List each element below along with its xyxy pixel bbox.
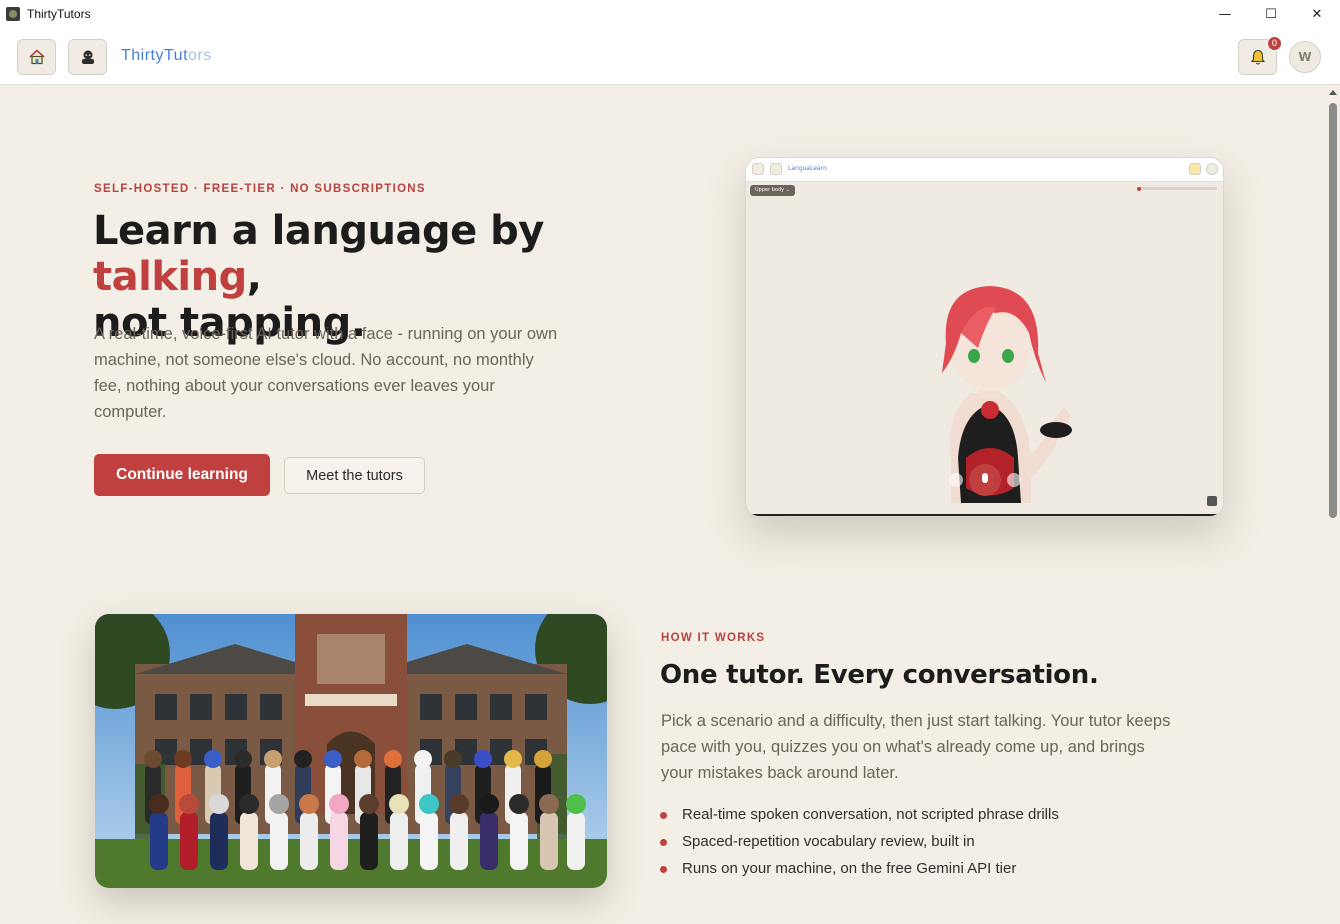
how-it-works-eyebrow: HOW IT WORKS	[661, 632, 766, 644]
hero-eyebrow: SELF-HOSTED · FREE-TIER · NO SUBSCRIPTIO…	[94, 183, 426, 195]
minimize-button[interactable]: —	[1202, 0, 1248, 28]
how-it-works-title: One tutor. Every conversation.	[660, 660, 1099, 690]
how-it-works-description: Pick a scenario and a difficulty, then j…	[661, 712, 1171, 782]
list-item: Spaced-repetition vocabulary review, bui…	[660, 828, 1059, 855]
preview-expand-icon	[1207, 496, 1217, 506]
hero-title-part1: Learn a language by	[93, 208, 544, 254]
window-titlebar: ThirtyTutors — ☐ ✕	[0, 0, 1340, 28]
home-icon	[28, 49, 45, 65]
window-controls: — ☐ ✕	[1202, 0, 1340, 28]
maximize-button[interactable]: ☐	[1248, 0, 1294, 28]
notifications-button[interactable]: 0	[1238, 36, 1282, 75]
scroll-up-arrow-icon[interactable]	[1329, 90, 1337, 95]
feature-list: Real-time spoken conversation, not scrip…	[660, 801, 1059, 882]
tutor-avatar-illustration	[942, 286, 1072, 503]
meet-tutors-button[interactable]: Meet the tutors	[284, 457, 425, 494]
list-item: Runs on your machine, on the free Gemini…	[660, 855, 1059, 882]
close-button[interactable]: ✕	[1294, 0, 1340, 28]
app-icon	[6, 7, 20, 21]
hero-description: A real-time, voice-first AI tutor with a…	[94, 325, 558, 421]
scroll-thumb[interactable]	[1329, 103, 1337, 518]
brand-text-faded: ors	[188, 47, 212, 64]
app-preview-image: LanguaLearn Upper body ⌄	[745, 157, 1224, 517]
feature-text: Real-time spoken conversation, not scrip…	[682, 806, 1059, 823]
academy-group-image	[95, 614, 607, 888]
page-scrollbar[interactable]	[1326, 86, 1340, 924]
brand-logo[interactable]: ThirtyTutors	[121, 47, 212, 65]
academy-illustration	[95, 614, 607, 888]
bullet-dot-icon	[660, 866, 667, 873]
hero-title-part2: ,	[246, 254, 262, 300]
bullet-dot-icon	[660, 839, 667, 846]
feature-text: Runs on your machine, on the free Gemini…	[682, 860, 1017, 877]
preview-bottom-border	[746, 514, 1223, 516]
home-button[interactable]	[17, 39, 56, 75]
continue-learning-button[interactable]: Continue learning	[94, 454, 270, 496]
bullet-dot-icon	[660, 812, 667, 819]
user-avatar[interactable]: W	[1289, 41, 1321, 73]
feature-text: Spaced-repetition vocabulary review, bui…	[682, 833, 975, 850]
app-header: ThirtyTutors 0 W	[0, 28, 1340, 85]
hero-title-accent: talking	[93, 254, 247, 300]
window-title: ThirtyTutors	[27, 7, 91, 21]
brand-text: ThirtyTut	[121, 47, 189, 64]
notification-badge: 0	[1267, 36, 1282, 51]
bell-icon	[1250, 49, 1265, 65]
tutor-button[interactable]	[68, 39, 107, 75]
list-item: Real-time spoken conversation, not scrip…	[660, 801, 1059, 828]
tutor-icon	[81, 50, 94, 64]
